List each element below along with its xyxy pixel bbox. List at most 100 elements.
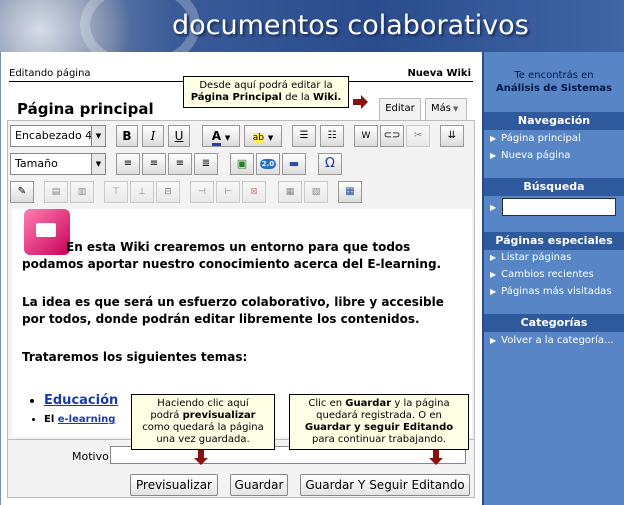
image-icon[interactable]: ▣: [230, 153, 254, 175]
topic-link-educacion[interactable]: Educación: [44, 393, 118, 408]
align-center-icon[interactable]: ≡: [142, 153, 166, 175]
insert-row-before-icon[interactable]: ⊤: [104, 181, 128, 203]
horizontal-rule-icon[interactable]: ▬: [282, 153, 306, 175]
edit-source-icon[interactable]: ✎: [10, 181, 34, 203]
sidebar-item-label: Cambios recientes: [501, 269, 594, 280]
triangle-bullet-icon: ▶: [490, 134, 497, 143]
sidebar-item-new-page[interactable]: ▶ Nueva página: [490, 150, 570, 161]
new-wiki-link[interactable]: Nueva Wiki: [407, 68, 471, 79]
callout-text: podrá: [150, 410, 180, 421]
highlight-icon: ab: [252, 133, 264, 143]
sidebar-item-label: Listar páginas: [501, 252, 572, 263]
chevron-down-icon: ▼: [91, 126, 105, 146]
chevron-down-icon: ▼: [267, 134, 274, 142]
editor-toolbar: Encabezado 4 ▼ B I U A ▼ ab ▼ ☰ ☷ W ⊂⊃ ✂ …: [8, 121, 474, 207]
content-paragraph: La idea es que será un esfuerzo colabora…: [22, 295, 444, 326]
chevron-down-icon: ▼: [91, 154, 105, 174]
topic-link-elearning[interactable]: e-learning: [58, 414, 116, 425]
sidebar-item-label: Nueva página: [501, 150, 571, 161]
delete-col-icon[interactable]: ⊠: [242, 181, 266, 203]
table-props-icon[interactable]: ▤: [44, 181, 68, 203]
unlink-icon[interactable]: ✂: [406, 125, 430, 147]
expand-toolbar-icon[interactable]: ⇊: [440, 125, 464, 147]
sidebar-item-most-visited[interactable]: ▶ Páginas más visitadas: [490, 286, 612, 297]
motivo-label: Motivo: [72, 450, 109, 463]
sidebar-search-input[interactable]: [502, 198, 616, 216]
sidebar: Te encontrás en Análisis de Sistemas Nav…: [482, 52, 624, 505]
list-item-text: El: [44, 414, 55, 425]
text-color-button[interactable]: A ▼: [202, 125, 240, 147]
wiki-link-icon[interactable]: W: [354, 125, 378, 147]
text-color-icon: A: [211, 129, 222, 146]
sidebar-item-main-page[interactable]: ▶ Página principal: [490, 133, 581, 144]
split-cells-icon[interactable]: ▦: [278, 181, 302, 203]
tab-edit[interactable]: Editar: [379, 98, 421, 120]
callout-bold: Guardar y seguir Editando: [304, 422, 454, 433]
sidebar-item-label: Volver a la categoría...: [501, 335, 614, 346]
callout-bold: Página Principal: [190, 92, 282, 103]
size-select[interactable]: Tamaño ▼: [10, 153, 106, 175]
page-title: Página principal: [17, 100, 154, 118]
cell-props-icon[interactable]: ▥: [70, 181, 94, 203]
callout-text: quedará registrada. O en: [316, 410, 442, 421]
triangle-bullet-icon: ▶: [490, 151, 497, 160]
callout-preview-help: Haciendo clic aquí podrá previsualizar c…: [131, 394, 275, 450]
highlight-button[interactable]: ab ▼: [244, 125, 282, 147]
insert-col-before-icon[interactable]: ⊣: [190, 181, 214, 203]
align-justify-icon[interactable]: ≣: [194, 153, 218, 175]
callout-bold: Wiki.: [312, 92, 342, 103]
triangle-bullet-icon: ▶: [490, 270, 497, 279]
delete-row-icon[interactable]: ⊟: [156, 181, 180, 203]
sidebar-item-label: Páginas más visitadas: [501, 286, 612, 297]
insert-row-after-icon[interactable]: ⊥: [130, 181, 154, 203]
chevron-down-icon: ▼: [224, 134, 231, 142]
main-panel: Editando página Nueva Wiki Página princi…: [0, 52, 482, 505]
align-left-icon[interactable]: ≡: [116, 153, 140, 175]
sidebar-heading-search: Búsqueda: [484, 178, 624, 196]
link-icon[interactable]: ⊂⊃: [380, 125, 404, 147]
sidebar-heading-navigation: Navegación: [484, 112, 624, 130]
callout-text: de la: [285, 92, 310, 103]
format-select[interactable]: Encabezado 4 ▼: [10, 125, 106, 147]
tab-more-label: Más: [431, 103, 451, 114]
callout-save-help: Clic en Guardar y la página quedará regi…: [289, 394, 469, 450]
format-select-value: Encabezado 4: [15, 129, 93, 142]
numbered-list-icon[interactable]: ☷: [320, 125, 344, 147]
sidebar-item-list-pages[interactable]: ▶ Listar páginas: [490, 252, 571, 263]
sidebar-item-back-to-category[interactable]: ▶ Volver a la categoría...: [490, 335, 614, 346]
save-continue-button[interactable]: Guardar Y Seguir Editando: [300, 474, 470, 496]
align-right-icon[interactable]: ≡: [168, 153, 192, 175]
triangle-bullet-icon: ▶: [490, 203, 497, 212]
sidebar-item-label: Página principal: [501, 133, 581, 144]
callout-text: y la página: [394, 398, 450, 409]
sidebar-location-label: Te encontrás en: [514, 70, 594, 81]
italic-button[interactable]: I: [142, 125, 164, 147]
chevron-down-icon: ▼: [452, 105, 459, 113]
triangle-bullet-icon: ▶: [490, 336, 497, 345]
triangle-bullet-icon: ▶: [490, 253, 497, 262]
content-paragraph: Trataremos los siguientes temas:: [22, 350, 248, 364]
callout-text: Clic en: [308, 398, 343, 409]
sidebar-item-recent-changes[interactable]: ▶ Cambios recientes: [490, 269, 594, 280]
site-banner: documentos colaborativos: [0, 0, 624, 52]
insert-col-after-icon[interactable]: ⊢: [216, 181, 240, 203]
sidebar-heading-categories: Categorías: [484, 314, 624, 332]
tab-more[interactable]: Más ▼: [425, 98, 467, 120]
callout-text: para continuar trabajando.: [312, 434, 446, 445]
content-paragraph: En esta Wiki crearemos un entorno para q…: [22, 240, 442, 271]
site-title: documentos colaborativos: [172, 10, 529, 41]
callout-text: Desde aquí podrá editar la: [199, 80, 333, 91]
preview-button[interactable]: Previsualizar: [130, 474, 218, 496]
bold-button[interactable]: B: [116, 125, 138, 147]
merge-cells-icon[interactable]: ▧: [304, 181, 328, 203]
callout-text: una vez guardada.: [156, 434, 250, 445]
badge-label: 2.0: [259, 159, 277, 169]
save-button[interactable]: Guardar: [230, 474, 288, 496]
underline-button[interactable]: U: [168, 125, 190, 147]
bullet-list-icon[interactable]: ☰: [292, 125, 316, 147]
callout-bold: previsualizar: [182, 410, 256, 421]
web20-badge-icon[interactable]: 2.0: [256, 153, 280, 175]
insert-table-icon[interactable]: ▦: [338, 181, 362, 203]
special-char-button[interactable]: Ω: [318, 153, 342, 175]
sidebar-heading-special-pages: Páginas especiales: [484, 232, 624, 250]
